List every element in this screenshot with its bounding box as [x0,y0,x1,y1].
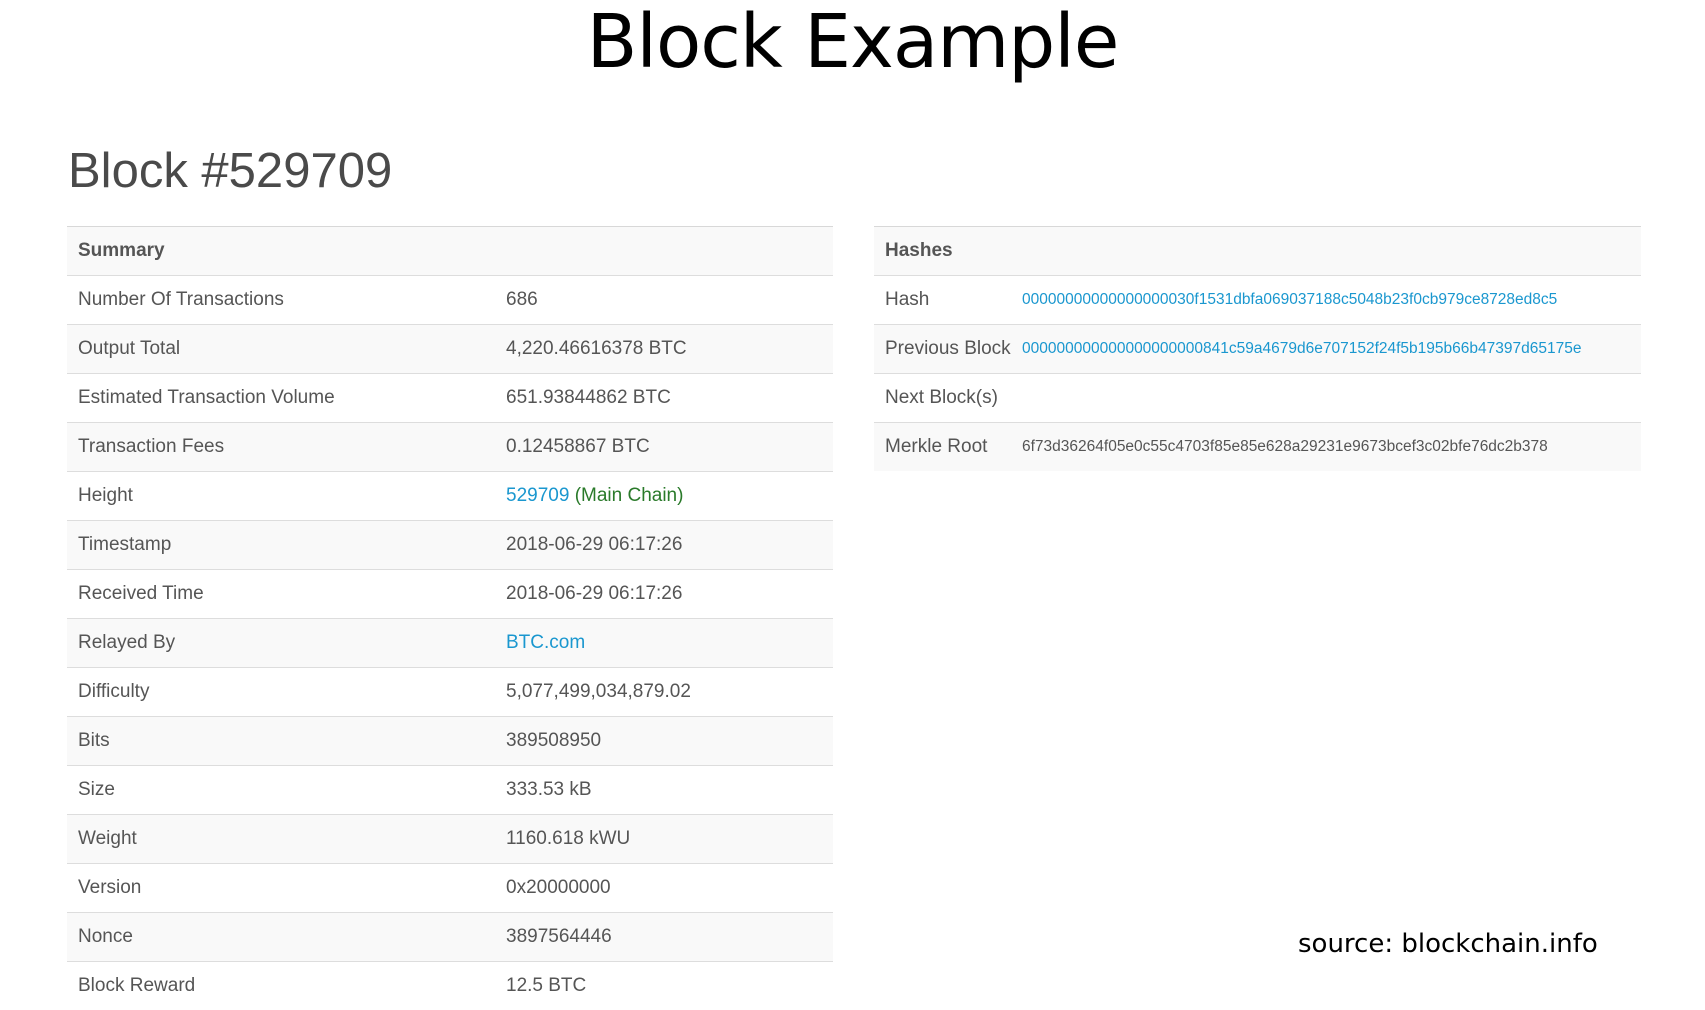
row-value: 686 [495,276,833,325]
row-value: 6f73d36264f05e0c55c4703f85e85e628a29231e… [1022,423,1641,472]
row-value: 0x20000000 [495,864,833,913]
row-value: 000000000000000000000841c59a4679d6e70715… [1022,325,1641,374]
table-row: Version 0x20000000 [67,864,833,913]
table-row: Estimated Transaction Volume 651.9384486… [67,374,833,423]
table-row: Timestamp 2018-06-29 06:17:26 [67,521,833,570]
row-label: Next Block(s) [874,374,1022,423]
row-label: Previous Block [874,325,1022,374]
row-label: Received Time [67,570,495,619]
table-row: Size 333.53 kB [67,766,833,815]
table-row: Nonce 3897564446 [67,913,833,962]
row-value: BTC.com [495,619,833,668]
table-row: Block Reward 12.5 BTC [67,962,833,1010]
table-row: Next Block(s) [874,374,1641,423]
row-label: Block Reward [67,962,495,1010]
block-heading: Block #529709 [68,136,392,206]
row-value: 2018-06-29 06:17:26 [495,570,833,619]
row-value: 5,077,499,034,879.02 [495,668,833,717]
row-value: 529709 (Main Chain) [495,472,833,521]
table-row: Received Time 2018-06-29 06:17:26 [67,570,833,619]
row-label: Relayed By [67,619,495,668]
height-link[interactable]: 529709 [506,485,569,506]
table-row: Output Total 4,220.46616378 BTC [67,325,833,374]
table-row: Relayed By BTC.com [67,619,833,668]
table-row: Hash 00000000000000000030f1531dbfa069037… [874,276,1641,325]
row-value: 00000000000000000030f1531dbfa069037188c5… [1022,276,1641,325]
row-value: 12.5 BTC [495,962,833,1010]
row-label: Number Of Transactions [67,276,495,325]
row-value: 651.93844862 BTC [495,374,833,423]
table-row: Transaction Fees 0.12458867 BTC [67,423,833,472]
row-value: 3897564446 [495,913,833,962]
row-label: Hash [874,276,1022,325]
table-row: Difficulty 5,077,499,034,879.02 [67,668,833,717]
row-label: Transaction Fees [67,423,495,472]
row-label: Bits [67,717,495,766]
relayed-by-link[interactable]: BTC.com [506,632,585,653]
row-value: 389508950 [495,717,833,766]
row-label: Timestamp [67,521,495,570]
row-value: 0.12458867 BTC [495,423,833,472]
row-value [1022,374,1641,423]
table-row: Number Of Transactions 686 [67,276,833,325]
table-row: Merkle Root 6f73d36264f05e0c55c4703f85e8… [874,423,1641,472]
table-row: Height 529709 (Main Chain) [67,472,833,521]
row-label: Size [67,766,495,815]
hashes-header: Hashes [874,227,1641,276]
table-row: Bits 389508950 [67,717,833,766]
row-label: Version [67,864,495,913]
row-value: 2018-06-29 06:17:26 [495,521,833,570]
row-label: Output Total [67,325,495,374]
slide-title: Block Example [0,0,1705,92]
row-label: Estimated Transaction Volume [67,374,495,423]
row-label: Height [67,472,495,521]
summary-header-row: Summary [67,227,833,276]
hashes-header-row: Hashes [874,227,1641,276]
table-row: Weight 1160.618 kWU [67,815,833,864]
source-note: source: blockchain.info [1298,926,1598,962]
hash-link[interactable]: 00000000000000000030f1531dbfa069037188c5… [1022,291,1557,308]
row-label: Difficulty [67,668,495,717]
main-chain-label: (Main Chain) [575,485,684,506]
row-value: 4,220.46616378 BTC [495,325,833,374]
table-row: Previous Block 000000000000000000000841c… [874,325,1641,374]
previous-block-link[interactable]: 000000000000000000000841c59a4679d6e70715… [1022,340,1581,357]
summary-header: Summary [67,227,833,276]
summary-table: Summary Number Of Transactions 686 Outpu… [67,226,833,1010]
row-value: 1160.618 kWU [495,815,833,864]
row-label: Weight [67,815,495,864]
row-label: Merkle Root [874,423,1022,472]
row-value: 333.53 kB [495,766,833,815]
hashes-table: Hashes Hash 00000000000000000030f1531dbf… [874,226,1641,471]
row-label: Nonce [67,913,495,962]
